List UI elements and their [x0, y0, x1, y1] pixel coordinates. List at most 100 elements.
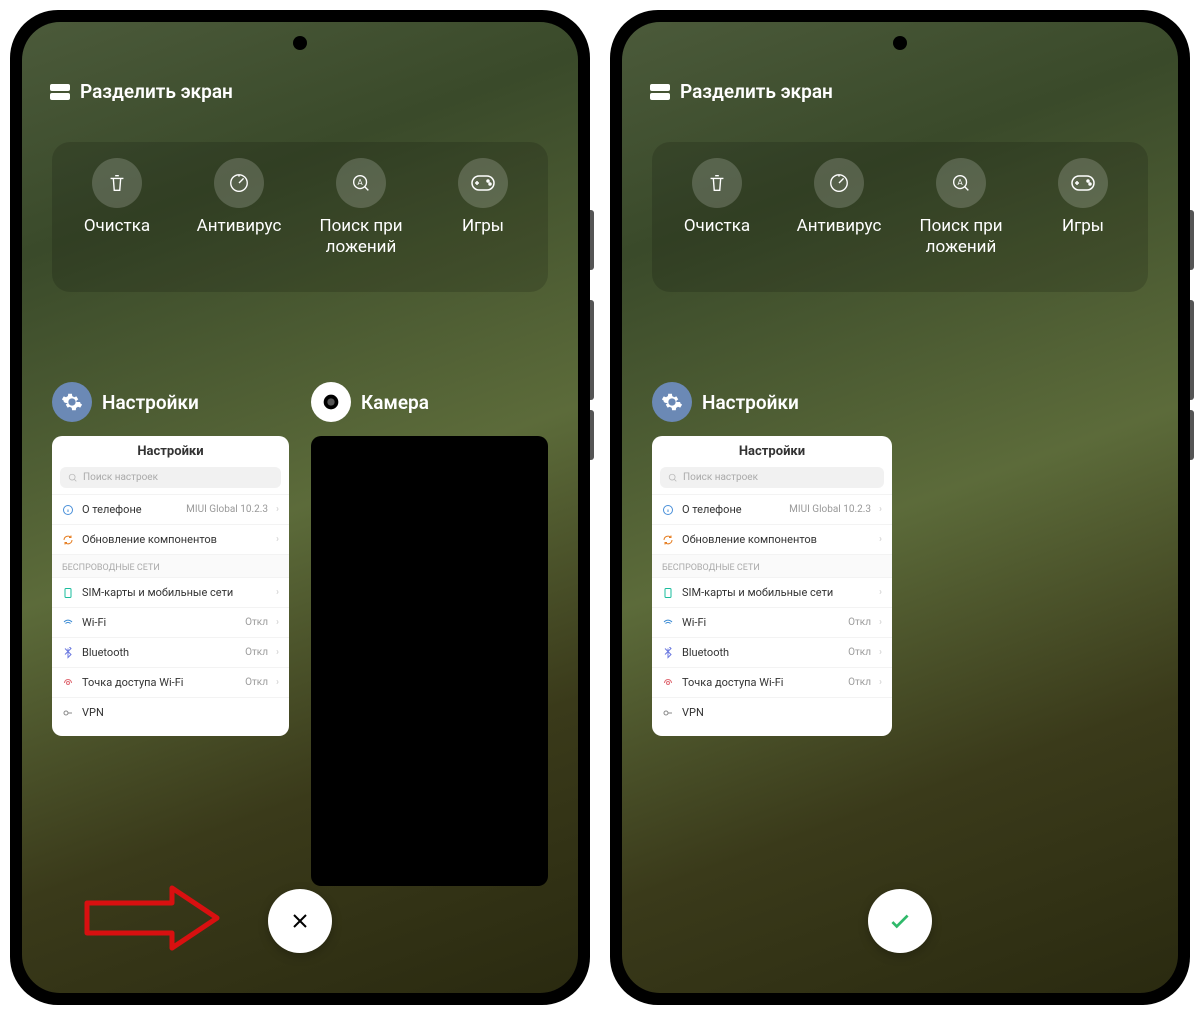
split-screen-icon: [50, 84, 70, 100]
hotspot-icon: [662, 677, 674, 689]
recent-card-title: Настройки: [102, 391, 199, 414]
side-button: [1190, 210, 1194, 270]
phone-frame-right: Разделить экран Очистка Антивирус A Поис…: [610, 10, 1190, 1005]
settings-app-icon: [52, 382, 92, 422]
tool-clean[interactable]: Очистка: [656, 158, 778, 237]
settings-row-wifi: Wi-Fi Откл ›: [652, 607, 892, 637]
split-screen-label: Разделить экран: [80, 80, 233, 103]
settings-row-update: Обновление компонентов ›: [52, 524, 289, 554]
tools-panel: Очистка Антивирус A Поиск при ложений Иг…: [52, 142, 548, 292]
side-button: [1190, 410, 1194, 460]
tool-appsearch[interactable]: A Поиск при ложений: [900, 158, 1022, 259]
recent-card-settings[interactable]: Настройки Настройки Поиск настроек О тел…: [52, 382, 289, 886]
tool-label: Антивирус: [797, 216, 882, 237]
vpn-icon: [62, 707, 74, 719]
settings-row-hotspot: Точка доступа Wi-Fi Откл ›: [52, 667, 289, 697]
chevron-right-icon: ›: [879, 647, 882, 658]
trash-icon: [692, 158, 742, 208]
chevron-right-icon: ›: [276, 504, 279, 515]
sim-icon: [62, 587, 74, 599]
tool-antivirus[interactable]: Антивирус: [778, 158, 900, 237]
wifi-icon: [62, 617, 74, 629]
update-icon: [662, 534, 674, 546]
settings-section-wireless: БЕСПРОВОДНЫЕ СЕТИ: [652, 554, 892, 577]
tool-label: Поиск при ложений: [919, 216, 1002, 259]
tool-clean[interactable]: Очистка: [56, 158, 178, 237]
settings-row-vpn: VPN: [52, 697, 289, 727]
hotspot-icon: [62, 677, 74, 689]
settings-row-bluetooth: Bluetooth Откл ›: [52, 637, 289, 667]
settings-row-sim: SIM-карты и мобильные сети ›: [652, 577, 892, 607]
tool-label: Очистка: [84, 216, 150, 237]
recent-card-title: Настройки: [702, 391, 799, 414]
split-screen-button[interactable]: Разделить экран: [650, 80, 833, 103]
side-button: [590, 210, 594, 270]
chevron-right-icon: ›: [879, 677, 882, 688]
bluetooth-icon: [62, 647, 74, 659]
gamepad-icon: [1058, 158, 1108, 208]
settings-preview-title: Настройки: [52, 436, 289, 467]
recent-apps-area: Настройки Настройки Поиск настроек О тел…: [52, 382, 548, 886]
tool-antivirus[interactable]: Антивирус: [178, 158, 300, 237]
front-camera-notch: [293, 36, 307, 50]
settings-app-icon: [652, 382, 692, 422]
side-button: [590, 410, 594, 460]
tool-label: Поиск при ложений: [319, 216, 402, 259]
sim-icon: [662, 587, 674, 599]
settings-section-wireless: БЕСПРОВОДНЫЕ СЕТИ: [52, 554, 289, 577]
phone-frame-left: Разделить экран Очистка Антивирус A Поис…: [10, 10, 590, 1005]
shield-scan-icon: [814, 158, 864, 208]
side-button: [1190, 300, 1194, 400]
confirm-button[interactable]: [868, 889, 932, 953]
chevron-right-icon: ›: [879, 504, 882, 515]
update-icon: [62, 534, 74, 546]
settings-preview-title: Настройки: [652, 436, 892, 467]
annotation-arrow: [82, 883, 222, 953]
recent-apps-area: Настройки Настройки Поиск настроек О тел…: [652, 382, 1148, 736]
settings-row-update: Обновление компонентов ›: [652, 524, 892, 554]
recent-card-camera[interactable]: Камера: [311, 382, 548, 886]
settings-search: Поиск настроек: [660, 467, 884, 488]
recent-card-title: Камера: [361, 391, 429, 414]
settings-row-about: О телефоне MIUI Global 10.2.3 ›: [652, 494, 892, 524]
bluetooth-icon: [662, 647, 674, 659]
settings-preview: Настройки Поиск настроек О телефоне MIUI…: [52, 436, 289, 736]
search-icon: [68, 473, 78, 483]
chevron-right-icon: ›: [276, 677, 279, 688]
tool-label: Антивирус: [197, 216, 282, 237]
tool-label: Игры: [462, 216, 504, 237]
tool-games[interactable]: Игры: [422, 158, 544, 237]
camera-preview: [311, 436, 548, 886]
camera-app-icon: [311, 382, 351, 422]
tool-label: Очистка: [684, 216, 750, 237]
recent-card-header: Настройки: [52, 382, 289, 422]
search-icon: [668, 473, 678, 483]
info-icon: [662, 504, 674, 516]
tool-appsearch[interactable]: A Поиск при ложений: [300, 158, 422, 259]
chevron-right-icon: ›: [879, 587, 882, 598]
screen: Разделить экран Очистка Антивирус A Поис…: [622, 22, 1178, 993]
side-button: [590, 300, 594, 400]
chevron-right-icon: ›: [276, 534, 279, 545]
split-screen-label: Разделить экран: [680, 80, 833, 103]
tool-games[interactable]: Игры: [1022, 158, 1144, 237]
front-camera-notch: [893, 36, 907, 50]
recent-card-settings[interactable]: Настройки Настройки Поиск настроек О тел…: [652, 382, 892, 736]
close-icon: [288, 909, 312, 933]
settings-row-sim: SIM-карты и мобильные сети ›: [52, 577, 289, 607]
svg-text:A: A: [957, 178, 963, 188]
tool-label: Игры: [1062, 216, 1104, 237]
wifi-icon: [662, 617, 674, 629]
recent-card-header: Камера: [311, 382, 548, 422]
trash-icon: [92, 158, 142, 208]
settings-row-bluetooth: Bluetooth Откл ›: [652, 637, 892, 667]
search-app-icon: A: [336, 158, 386, 208]
close-all-button[interactable]: [268, 889, 332, 953]
split-screen-button[interactable]: Разделить экран: [50, 80, 233, 103]
gamepad-icon: [458, 158, 508, 208]
recent-card-header: Настройки: [652, 382, 892, 422]
vpn-icon: [662, 707, 674, 719]
screen: Разделить экран Очистка Антивирус A Поис…: [22, 22, 578, 993]
settings-search: Поиск настроек: [60, 467, 281, 488]
settings-preview: Настройки Поиск настроек О телефоне MIUI…: [652, 436, 892, 736]
